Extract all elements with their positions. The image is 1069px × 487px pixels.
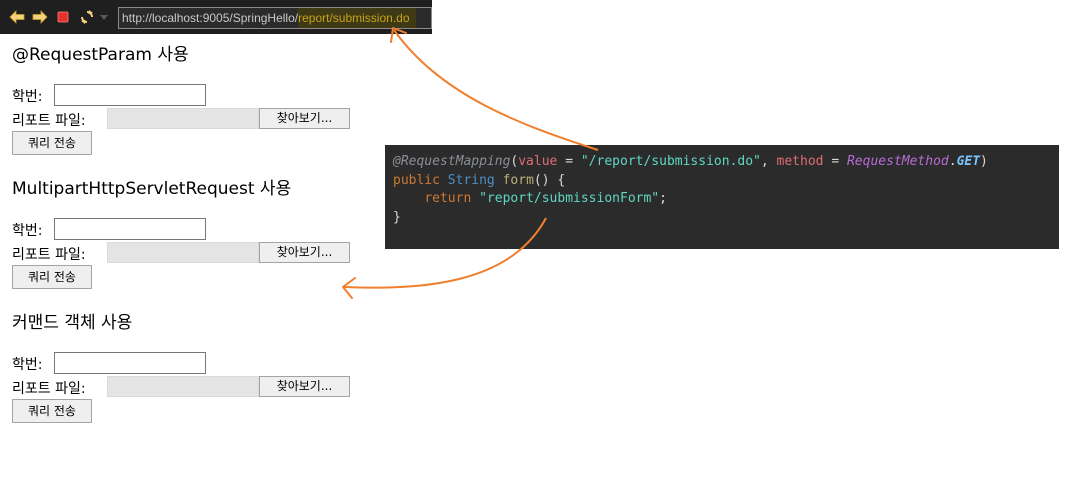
student-id-label: 학번: xyxy=(12,357,43,373)
browse-button[interactable]: 찾아보기... xyxy=(259,242,350,263)
student-id-label: 학번: xyxy=(12,223,43,239)
student-id-input[interactable] xyxy=(54,352,206,374)
code-token: ; xyxy=(659,191,667,206)
forward-icon[interactable] xyxy=(32,9,48,25)
submit-button[interactable]: 쿼리 전송 xyxy=(12,265,92,289)
code-keyword: return xyxy=(424,191,472,206)
url-base: http://localhost:9005/SpringHello/ xyxy=(122,11,299,25)
code-method-name: form xyxy=(502,172,534,188)
report-file-field[interactable] xyxy=(107,108,259,129)
code-snippet: @RequestMapping(value = "/report/submiss… xyxy=(385,145,1059,249)
refresh-icon[interactable] xyxy=(79,9,95,25)
student-id-label: 학번: xyxy=(12,89,43,105)
code-token: , xyxy=(760,154,777,169)
browse-button[interactable]: 찾아보기... xyxy=(259,108,350,129)
code-param-method: method xyxy=(776,154,824,169)
code-enum-constant: GET xyxy=(956,154,981,169)
url-path: report/submission.do xyxy=(298,8,416,28)
browser-toolbar: http://localhost:9005/SpringHello/report… xyxy=(0,0,432,34)
code-token: () { xyxy=(533,172,566,188)
report-file-field[interactable] xyxy=(107,376,259,397)
report-file-label: 리포트 파일: xyxy=(12,247,86,263)
code-line-2: public String form() { xyxy=(393,172,1059,191)
student-id-input[interactable] xyxy=(54,84,206,106)
submit-button[interactable]: 쿼리 전송 xyxy=(12,399,92,423)
arrow-to-url xyxy=(393,29,599,151)
report-file-label: 리포트 파일: xyxy=(12,113,86,129)
code-param-value: value xyxy=(518,154,558,169)
code-keyword: public xyxy=(393,172,440,188)
code-annotation: @RequestMapping xyxy=(393,154,511,169)
browse-button[interactable]: 찾아보기... xyxy=(259,376,350,397)
back-icon[interactable] xyxy=(9,9,25,25)
code-token: = xyxy=(823,154,847,169)
code-token: = xyxy=(557,154,581,169)
student-id-input[interactable] xyxy=(54,218,206,240)
arrowhead-form-icon xyxy=(342,277,356,299)
address-bar[interactable]: http://localhost:9005/SpringHello/report… xyxy=(118,7,432,29)
code-line-1: @RequestMapping(value = "/report/submiss… xyxy=(393,153,1059,172)
section-title: 커맨드 객체 사용 xyxy=(12,313,133,333)
section-title: @RequestParam 사용 xyxy=(12,45,189,65)
code-line-4: } xyxy=(393,209,1059,228)
report-file-field[interactable] xyxy=(107,242,259,263)
submit-button[interactable]: 쿼리 전송 xyxy=(12,131,92,155)
code-token: } xyxy=(393,209,401,225)
section-title: MultipartHttpServletRequest 사용 xyxy=(12,179,292,199)
code-enum-type: RequestMethod xyxy=(846,154,949,169)
code-string: "/report/submission.do" xyxy=(580,154,761,169)
code-token: ) xyxy=(980,154,988,169)
code-line-3: return "report/submissionForm"; xyxy=(393,190,1059,209)
stop-icon[interactable] xyxy=(55,9,71,25)
code-token: . xyxy=(948,154,957,169)
report-file-label: 리포트 파일: xyxy=(12,381,86,397)
dropdown-icon[interactable] xyxy=(99,12,109,22)
code-type: String xyxy=(447,172,495,188)
code-string: "report/submissionForm" xyxy=(479,191,660,206)
